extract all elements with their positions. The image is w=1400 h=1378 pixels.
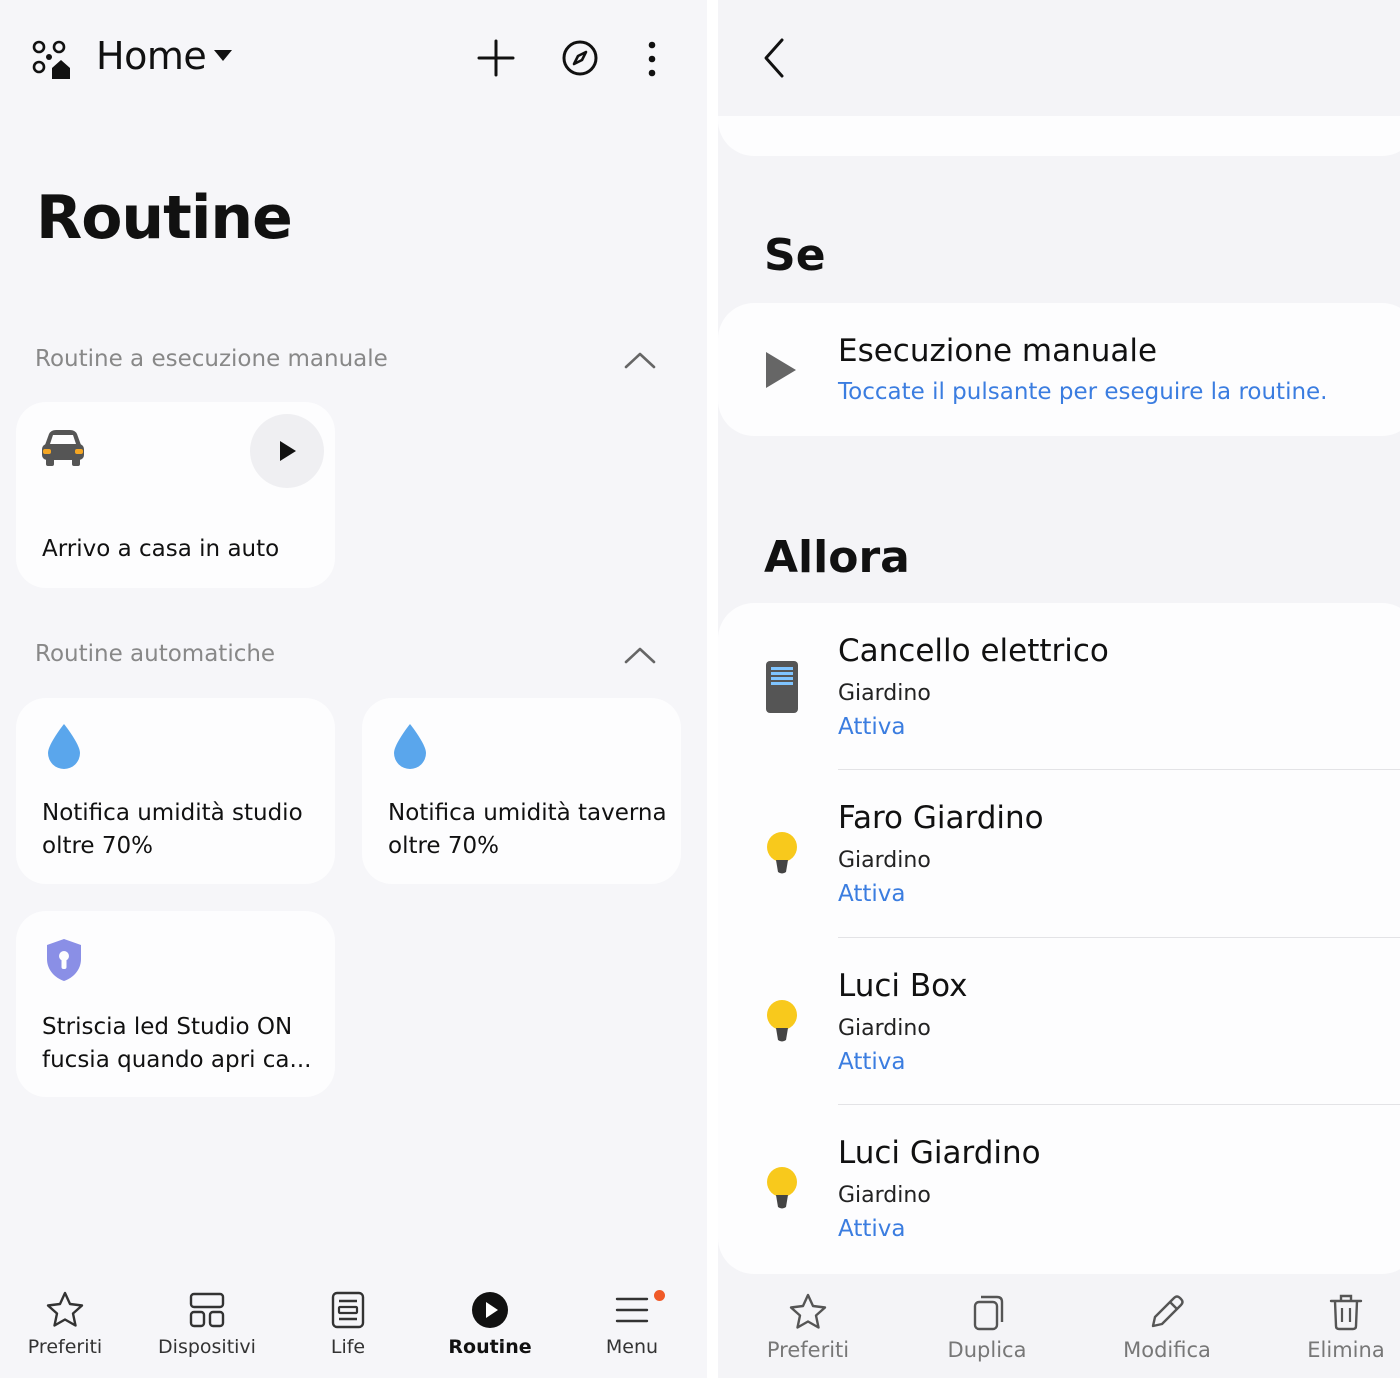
device-name: Cancello elettrico [838,633,1109,669]
delete-button[interactable]: Elimina [1281,1280,1400,1378]
caret-down-icon[interactable] [214,50,232,61]
compass-icon [562,40,598,76]
routine-name: Arrivo a casa in auto [42,536,280,562]
action-status: Attiva [838,714,906,740]
chevron-up-icon[interactable] [622,348,658,372]
pencil-icon [1151,1295,1184,1328]
section-header-auto: Routine automatiche [35,641,276,667]
trigger-card[interactable]: Esecuzione manuale Toccate il pulsante p… [718,303,1400,436]
action-status: Attiva [838,1216,906,1242]
menu-icon [615,1297,649,1323]
nav-label: Preferiti [27,1336,103,1358]
routine-header-card [718,116,1400,156]
run-routine-button[interactable] [250,414,324,488]
trigger-title: Esecuzione manuale [838,333,1158,369]
if-section-title: Se [764,230,826,281]
actions-list-card: Cancello elettrico Giardino Attiva Faro … [718,603,1400,1274]
home-selector-title[interactable]: Home [96,34,207,78]
duplicate-icon [973,1295,1004,1331]
light-bulb-icon [767,832,797,874]
action-status: Attiva [838,1049,906,1075]
action-label: Preferiti [766,1338,850,1362]
discover-button[interactable] [558,36,602,80]
action-label: Modifica [1123,1338,1211,1362]
routine-detail-screen: Se Esecuzione manuale Toccate il pulsant… [718,0,1400,1378]
routine-name-line2: oltre 70% [42,833,154,859]
gate-device-icon [766,661,798,713]
plus-icon [477,39,515,77]
device-room: Giardino [838,1016,931,1041]
manual-routine-card[interactable]: Arrivo a casa in auto [16,402,335,588]
page-title: Routine [36,183,293,253]
nav-label: Routine [448,1336,532,1358]
auto-routine-card[interactable]: Notifica umidità taverna oltre 70% [362,698,681,884]
routine-name-line1: Striscia led Studio ON [42,1014,293,1040]
device-name: Luci Box [838,968,968,1004]
section-header-manual: Routine a esecuzione manuale [35,346,388,372]
nav-label: Life [330,1336,366,1358]
top-app-bar: Home [0,0,707,116]
action-status: Attiva [838,881,906,907]
then-section-title: Allora [764,532,910,583]
device-room: Giardino [838,848,931,873]
bottom-action-bar: Preferiti Duplica Modifica Elimina [718,1280,1400,1378]
add-button[interactable] [474,36,518,80]
edit-button[interactable]: Modifica [1102,1280,1232,1378]
star-icon [46,1291,84,1327]
device-room: Giardino [838,681,931,706]
security-shield-icon [47,939,81,981]
routine-name-line1: Notifica umidità taverna [388,800,667,826]
play-icon [766,352,796,388]
routine-name-line2: fucsia quando apri ca... [42,1047,312,1073]
water-drop-icon [394,724,426,769]
action-label: Elimina [1307,1338,1385,1362]
back-arrow-icon[interactable] [754,32,798,84]
more-vertical-icon [648,41,656,77]
life-icon [331,1291,365,1329]
nav-label: Dispositivi [158,1336,256,1358]
nav-item-life[interactable]: Life [288,1280,408,1378]
auto-routine-card[interactable]: Notifica umidità studio oltre 70% [16,698,335,884]
nav-item-dispositivi[interactable]: Dispositivi [147,1280,267,1378]
notification-badge [654,1290,665,1301]
routine-name-line2: oltre 70% [388,833,500,859]
divider [838,769,1400,770]
divider [838,1104,1400,1105]
action-label: Duplica [947,1338,1027,1362]
favorite-button[interactable]: Preferiti [743,1280,873,1378]
auto-routine-card[interactable]: Striscia led Studio ON fucsia quando apr… [16,911,335,1097]
light-bulb-icon [767,1167,797,1209]
car-icon [42,430,84,466]
nav-item-preferiti[interactable]: Preferiti [5,1280,125,1378]
nav-item-routine[interactable]: Routine [430,1280,550,1378]
device-name: Luci Giardino [838,1135,1041,1171]
routine-name-line1: Notifica umidità studio [42,800,303,826]
nav-label: Menu [605,1336,659,1358]
duplicate-button[interactable]: Duplica [922,1280,1052,1378]
trigger-description: Toccate il pulsante per eseguire la rout… [838,379,1328,405]
more-options-button[interactable] [628,36,672,80]
routine-play-icon [472,1292,508,1328]
bottom-navigation: Preferiti Dispositivi Life Routine Menu [0,1280,707,1378]
routine-list-screen: Home Routine Routine a esecuzione manual… [0,0,707,1378]
star-icon [789,1293,827,1329]
smartthings-home-icon[interactable] [30,38,72,80]
devices-grid-icon [189,1292,225,1328]
nav-item-menu[interactable]: Menu [572,1280,692,1378]
light-bulb-icon [767,1000,797,1042]
device-name: Faro Giardino [838,800,1044,836]
play-icon [280,441,296,461]
trash-icon [1329,1294,1363,1331]
water-drop-icon [48,724,80,769]
device-room: Giardino [838,1183,931,1208]
chevron-up-icon[interactable] [622,643,658,667]
divider [838,937,1400,938]
